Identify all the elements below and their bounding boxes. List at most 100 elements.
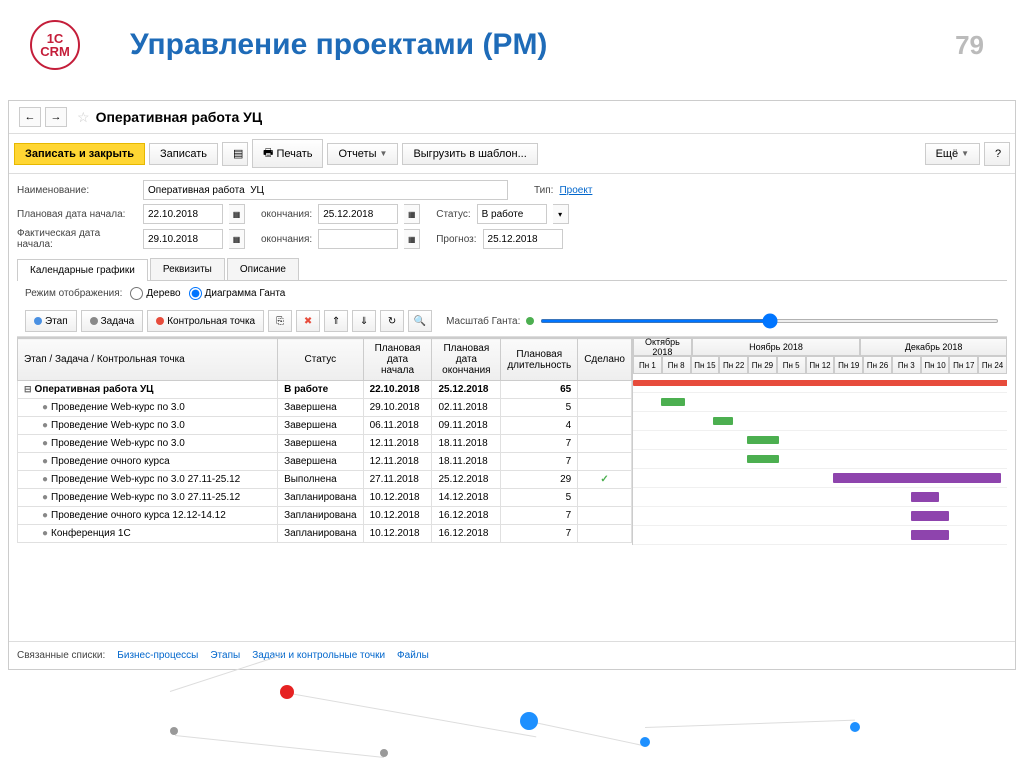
radio-gantt[interactable]: Диаграмма Ганта bbox=[189, 287, 286, 300]
save-close-button[interactable]: Записать и закрыть bbox=[14, 143, 145, 165]
table-row[interactable]: ●Проведение Web-курс по 3.0 Завершена 29… bbox=[18, 399, 632, 417]
col-duration[interactable]: Плановая длительность bbox=[501, 339, 578, 381]
day-header: Пн 3 bbox=[892, 356, 921, 374]
plan-start-label: Плановая дата начала: bbox=[17, 209, 137, 220]
day-header: Пн 8 bbox=[662, 356, 691, 374]
scale-dot-icon bbox=[526, 317, 534, 325]
dropdown-icon[interactable]: ▾ bbox=[553, 204, 569, 224]
calendar-icon[interactable]: ▦ bbox=[229, 204, 245, 224]
gantt-row bbox=[633, 412, 1007, 431]
refresh-button[interactable]: ↻ bbox=[380, 310, 404, 332]
doc-button[interactable]: ▤ bbox=[222, 142, 248, 166]
tab-desc[interactable]: Описание bbox=[227, 258, 299, 280]
gantt-bar[interactable] bbox=[713, 417, 733, 425]
col-done[interactable]: Сделано bbox=[578, 339, 632, 381]
reports-button[interactable]: Отчеты▼ bbox=[327, 143, 398, 165]
forecast-input[interactable] bbox=[483, 229, 563, 249]
col-plan-end[interactable]: Плановая дата окончания bbox=[432, 339, 501, 381]
gantt-row bbox=[633, 507, 1007, 526]
type-link[interactable]: Проект bbox=[559, 185, 592, 196]
status-label: Статус: bbox=[436, 209, 470, 220]
expand-icon[interactable]: ⊟ bbox=[24, 384, 32, 394]
gantt-row bbox=[633, 431, 1007, 450]
calendar-icon[interactable]: ▦ bbox=[404, 204, 420, 224]
gantt-bar[interactable] bbox=[911, 511, 949, 521]
task-button[interactable]: Задача bbox=[81, 310, 144, 332]
table-row[interactable]: ●Проведение Web-курс по 3.0 Завершена 12… bbox=[18, 435, 632, 453]
link-tasks[interactable]: Задачи и контрольные точки bbox=[252, 650, 385, 661]
calendar-icon[interactable]: ▦ bbox=[229, 229, 245, 249]
col-task[interactable]: Этап / Задача / Контрольная точка bbox=[18, 339, 278, 381]
tab-calendar[interactable]: Календарные графики bbox=[17, 259, 148, 281]
print-button[interactable]: 🖶Печать bbox=[252, 139, 323, 168]
search-button[interactable]: 🔍 bbox=[408, 310, 432, 332]
gantt-row bbox=[633, 469, 1007, 488]
plan-start-input[interactable] bbox=[143, 204, 223, 224]
more-button[interactable]: Ещё▼ bbox=[925, 143, 980, 165]
help-button[interactable]: ? bbox=[984, 142, 1010, 166]
gantt-bar[interactable] bbox=[633, 380, 1007, 386]
back-button[interactable]: ← bbox=[19, 107, 41, 127]
gantt-split: Этап / Задача / Контрольная точка Статус… bbox=[17, 337, 1007, 545]
delete-button[interactable]: ✖ bbox=[296, 310, 320, 332]
forward-button[interactable]: → bbox=[45, 107, 67, 127]
name-input[interactable] bbox=[143, 180, 508, 200]
gantt-row bbox=[633, 488, 1007, 507]
gantt-row bbox=[633, 450, 1007, 469]
gantt-row bbox=[633, 526, 1007, 545]
gantt-bar[interactable] bbox=[747, 436, 779, 444]
save-button[interactable]: Записать bbox=[149, 143, 218, 165]
table-row[interactable]: ●Проведение Web-курс по 3.0 27.11-25.12 … bbox=[18, 489, 632, 507]
plan-end-input[interactable] bbox=[318, 204, 398, 224]
radio-tree[interactable]: Дерево bbox=[130, 287, 180, 300]
fact-start-input[interactable] bbox=[143, 229, 223, 249]
gantt-bar[interactable] bbox=[747, 455, 779, 463]
table-row[interactable]: ●Конференция 1С Запланирована 10.12.2018… bbox=[18, 525, 632, 543]
calendar-icon[interactable]: ▦ bbox=[404, 229, 420, 249]
fact-end-input[interactable] bbox=[318, 229, 398, 249]
day-header: Пн 5 bbox=[777, 356, 806, 374]
forecast-label: Прогноз: bbox=[436, 234, 476, 245]
gantt-row bbox=[633, 393, 1007, 412]
day-header: Пн 22 bbox=[719, 356, 748, 374]
scale-label: Масштаб Ганта: bbox=[446, 316, 520, 327]
type-label: Тип: bbox=[534, 185, 553, 196]
gantt-bar[interactable] bbox=[661, 398, 685, 406]
stage-button[interactable]: Этап bbox=[25, 310, 77, 332]
day-header: Пн 15 bbox=[691, 356, 720, 374]
table-row[interactable]: ●Проведение Web-курс по 3.0 Завершена 06… bbox=[18, 417, 632, 435]
tab-props[interactable]: Реквизиты bbox=[150, 258, 225, 280]
name-label: Наименование: bbox=[17, 185, 137, 196]
day-header: Пн 29 bbox=[748, 356, 777, 374]
table-row[interactable]: ⊟Оперативная работа УЦ В работе 22.10.20… bbox=[18, 381, 632, 399]
gantt-bar[interactable] bbox=[911, 492, 939, 502]
main-toolbar: Записать и закрыть Записать ▤ 🖶Печать От… bbox=[9, 134, 1015, 174]
logo-1c-crm: 1C CRM bbox=[30, 20, 80, 70]
link-bp[interactable]: Бизнес-процессы bbox=[117, 650, 198, 661]
gantt-grid: Этап / Задача / Контрольная точка Статус… bbox=[17, 338, 632, 545]
gantt-row bbox=[633, 374, 1007, 393]
export-button[interactable]: Выгрузить в шаблон... bbox=[402, 143, 537, 165]
link-files[interactable]: Файлы bbox=[397, 650, 429, 661]
scale-slider[interactable] bbox=[540, 319, 999, 323]
status-input[interactable] bbox=[477, 204, 547, 224]
plan-end-label: окончания: bbox=[261, 209, 312, 220]
copy-button[interactable]: ⎘ bbox=[268, 310, 292, 332]
col-status[interactable]: Статус bbox=[278, 339, 364, 381]
col-plan-start: Плановая дата начала bbox=[363, 339, 432, 381]
month-header: Октябрь 2018 bbox=[633, 338, 692, 356]
footer-decoration bbox=[0, 677, 1024, 767]
month-header: Декабрь 2018 bbox=[860, 338, 1007, 356]
related-label: Связанные списки: bbox=[17, 650, 105, 661]
gantt-bar[interactable] bbox=[911, 530, 949, 540]
link-stages[interactable]: Этапы bbox=[210, 650, 240, 661]
move-down-button[interactable]: ⇓ bbox=[352, 310, 376, 332]
table-row[interactable]: ●Проведение Web-курс по 3.0 27.11-25.12 … bbox=[18, 471, 632, 489]
table-row[interactable]: ●Проведение очного курса Завершена 12.11… bbox=[18, 453, 632, 471]
milestone-button[interactable]: Контрольная точка bbox=[147, 310, 264, 332]
table-row[interactable]: ●Проведение очного курса 12.12-14.12 Зап… bbox=[18, 507, 632, 525]
gantt-bar[interactable] bbox=[833, 473, 1001, 483]
move-up-button[interactable]: ⇑ bbox=[324, 310, 348, 332]
slide-title: Управление проектами (PM) bbox=[130, 28, 547, 62]
favorite-icon[interactable]: ☆ bbox=[77, 109, 90, 126]
